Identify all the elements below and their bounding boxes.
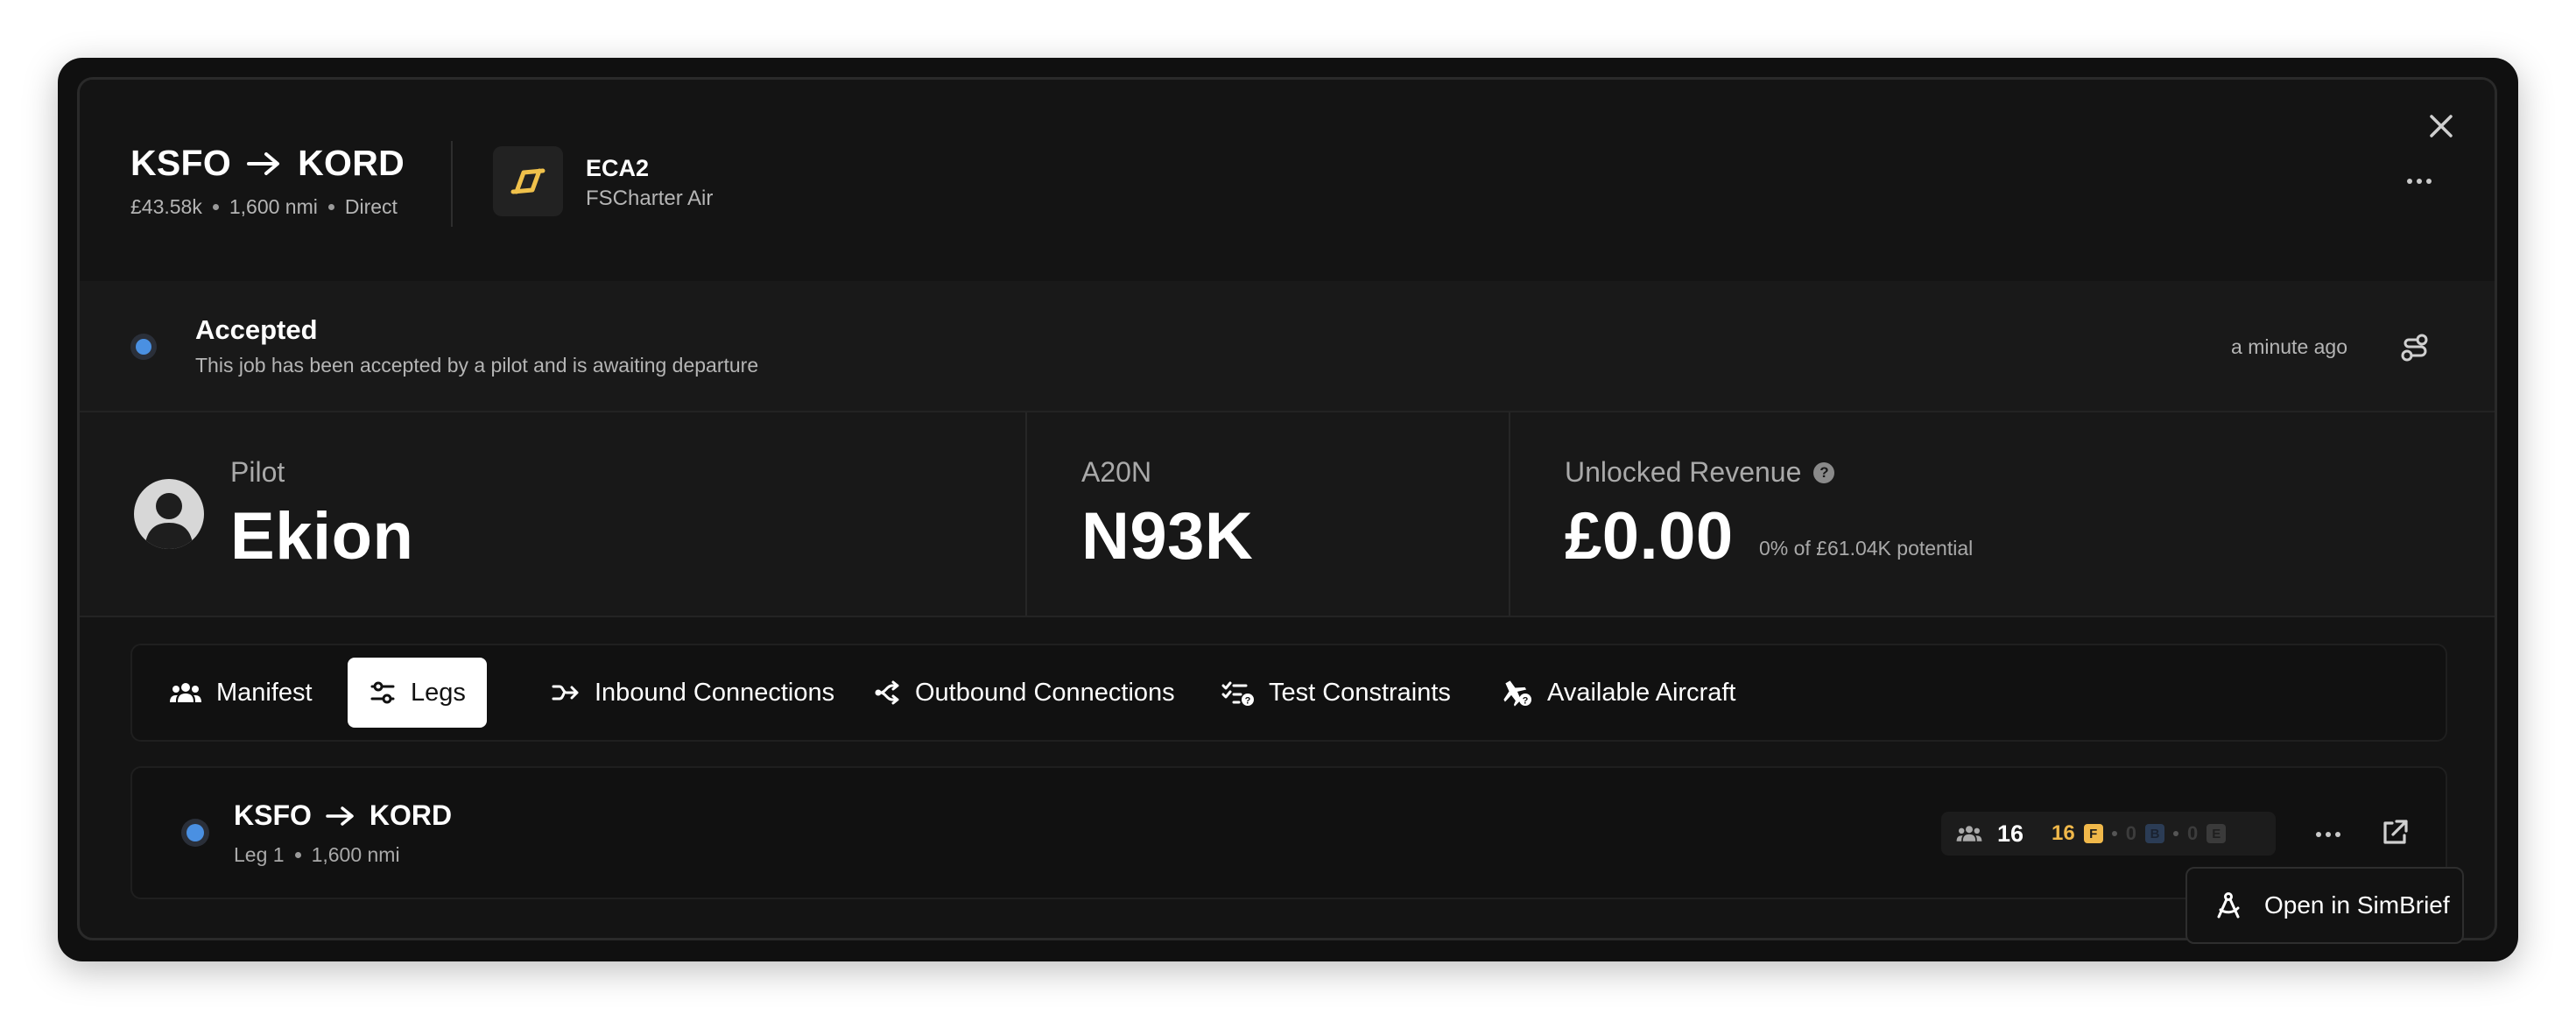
person-icon [144, 493, 194, 549]
more-dot [2335, 832, 2340, 837]
close-icon [2430, 115, 2453, 137]
compass-icon [2217, 892, 2240, 919]
business-class-badge: B [2145, 824, 2164, 843]
inbound-icon [552, 685, 579, 701]
origin-code: KSFO [130, 143, 232, 183]
job-distance: 1,600 nmi [229, 195, 318, 218]
simbrief-label: Open in SimBrief [2264, 891, 2450, 919]
tab-legs[interactable]: Legs [348, 658, 487, 728]
job-value: £43.58k [130, 195, 202, 218]
leg-open-external-button[interactable] [2375, 813, 2414, 852]
pilot-label: Pilot [230, 456, 285, 488]
aircraft-registration: N93K [1081, 499, 1254, 574]
tab-outbound-connections[interactable]: Outbound Connections [850, 658, 1196, 728]
separator-dot [327, 204, 334, 210]
sliders-icon [370, 681, 395, 704]
pilot-name: Ekion [230, 499, 414, 574]
destination-code: KORD [298, 143, 405, 183]
passenger-summary: 16 16 F 0 B 0 E [1941, 812, 2276, 856]
checklist-icon: ? [1221, 681, 1254, 707]
leg-destination: KORD [369, 799, 453, 831]
leg-origin: KSFO [234, 799, 312, 831]
airline-name: FSCharter Air [586, 187, 714, 210]
leg-number: Leg 1 [234, 843, 285, 866]
job-stats: Pilot Ekion A20N N93K Unlocked Revenue? … [80, 412, 2495, 617]
header-more-button[interactable] [2397, 164, 2442, 199]
more-dot [2426, 179, 2432, 184]
leg-route: KSFO KORD [234, 799, 452, 832]
tab-manifest[interactable]: Manifest [148, 658, 334, 728]
tab-inbound-connections[interactable]: Inbound Connections [530, 658, 855, 728]
revenue-potential: 0% of £61.04K potential [1759, 537, 1974, 560]
economy-class-badge: E [2206, 824, 2227, 843]
pax-total: 16 [1997, 820, 2024, 847]
tab-test-constraints[interactable]: ? Test Constraints [1200, 658, 1472, 728]
separator-dot [2111, 831, 2117, 836]
leg-status-indicator [181, 819, 209, 847]
pax-economy-count: 0 [2187, 822, 2199, 844]
status-indicator [130, 334, 157, 360]
job-tabs: Manifest Legs Inbound Connections Outbou… [130, 644, 2447, 742]
airline-logo [493, 146, 563, 216]
separator-dot [2173, 831, 2178, 836]
arrow-right-icon [247, 151, 282, 177]
tab-label: Outbound Connections [915, 678, 1175, 707]
more-dot [2326, 832, 2331, 837]
pilot-stat: Pilot Ekion [80, 412, 1025, 616]
svg-text:?: ? [1245, 696, 1251, 707]
revenue-value: £0.00 [1565, 499, 1734, 574]
status-description: This job has been accepted by a pilot an… [195, 354, 759, 377]
airline-code: ECA2 [586, 155, 650, 181]
close-button[interactable] [2421, 106, 2461, 146]
more-dot [2316, 832, 2321, 837]
more-dot [2417, 179, 2422, 184]
tab-label: Manifest [216, 678, 313, 707]
leg-more-button[interactable] [2307, 817, 2349, 852]
separator-dot [212, 204, 219, 210]
svg-text:?: ? [1523, 696, 1529, 707]
tab-available-aircraft[interactable]: ? Available Aircraft [1477, 658, 1756, 728]
tab-label: Available Aircraft [1547, 678, 1736, 707]
revenue-label-row: Unlocked Revenue? [1565, 456, 1835, 489]
route-title: KSFO KORD [130, 143, 405, 184]
users-icon [170, 683, 201, 702]
status-title: Accepted [195, 314, 318, 345]
aircraft-stat: A20N N93K [1027, 412, 1509, 616]
avatar [134, 479, 204, 549]
route-type: Direct [344, 195, 398, 218]
tab-label: Test Constraints [1269, 678, 1451, 707]
status-timestamp: a minute ago [2231, 335, 2347, 358]
leg-card[interactable]: KSFO KORD Leg 1 1,600 nmi 16 16 F 0 B 0 … [130, 766, 2447, 899]
separator-dot [294, 852, 301, 858]
route-meta: £43.58k 1,600 nmi Direct [130, 195, 398, 219]
help-icon[interactable]: ? [1813, 461, 1835, 483]
aircraft-type: A20N [1081, 456, 1152, 488]
leg-meta: Leg 1 1,600 nmi [234, 843, 400, 867]
pax-first-count: 16 [2052, 821, 2075, 845]
outbound-icon [875, 680, 899, 705]
open-simbrief-button[interactable]: Open in SimBrief [2185, 867, 2464, 944]
revenue-label: Unlocked Revenue [1565, 456, 1802, 488]
status-bar: Accepted This job has been accepted by a… [80, 281, 2495, 412]
job-header: KSFO KORD £43.58k 1,600 nmi Direct ECA2 … [80, 80, 2495, 281]
users-icon [1956, 826, 1982, 841]
plane-question-icon: ? [1503, 680, 1531, 707]
more-dot [2407, 179, 2412, 184]
route-history-button[interactable] [2395, 328, 2433, 367]
job-details-modal: KSFO KORD £43.58k 1,600 nmi Direct ECA2 … [77, 77, 2497, 940]
arrow-right-icon [326, 806, 354, 826]
revenue-stat: Unlocked Revenue? £0.00 [1510, 412, 2474, 616]
leg-distance: 1,600 nmi [311, 843, 400, 866]
tab-label: Inbound Connections [595, 678, 835, 707]
first-class-badge: F [2083, 824, 2103, 843]
tab-label: Legs [411, 678, 466, 707]
external-link-icon [2383, 820, 2408, 844]
route-icon [2401, 334, 2428, 362]
header-divider [451, 141, 453, 227]
pax-business-count: 0 [2125, 822, 2136, 844]
